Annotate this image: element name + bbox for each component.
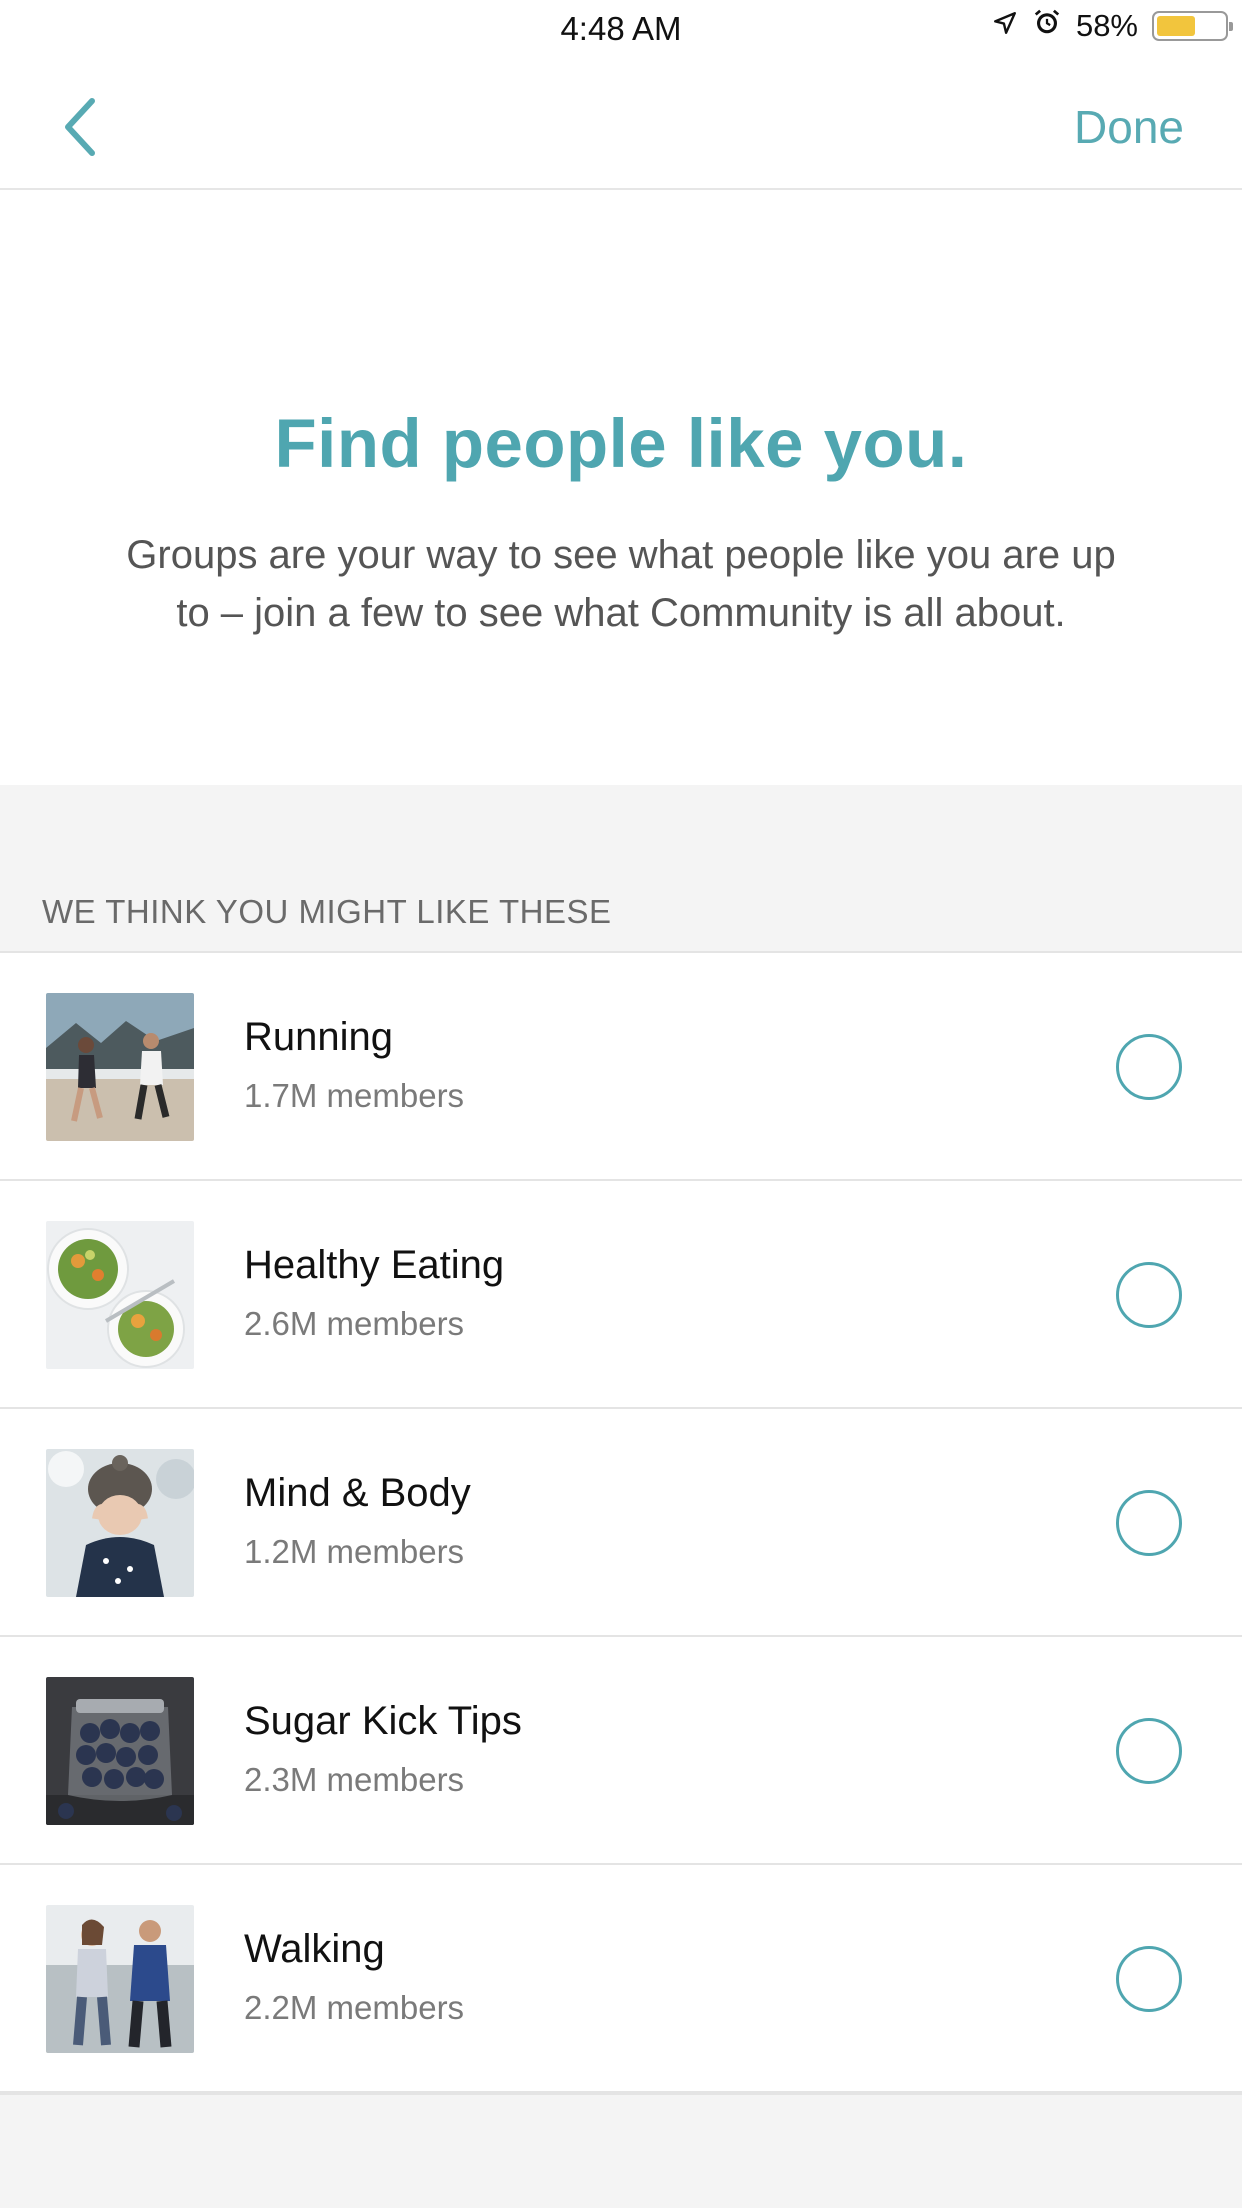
chevron-left-icon — [65, 98, 95, 156]
status-bar: 4:48 AM 58% — [0, 0, 1242, 52]
location-icon — [992, 8, 1018, 44]
group-title: Mind & Body — [244, 1471, 471, 1515]
battery-level-fill — [1157, 16, 1196, 36]
navigation-bar: Done — [0, 52, 1242, 190]
group-row-mind-body[interactable]: Mind & Body 1.2M members — [0, 1409, 1242, 1637]
group-title: Sugar Kick Tips — [244, 1699, 522, 1743]
join-group-checkbox[interactable] — [1116, 1490, 1182, 1556]
page-description: Groups are your way to see what people l… — [126, 533, 1116, 635]
done-button[interactable]: Done — [1074, 100, 1184, 154]
group-member-count: 1.2M members — [244, 1533, 465, 1570]
group-title: Running — [244, 1015, 394, 1059]
group-row-sugar-kick-tips[interactable]: Sugar Kick Tips 2.3M members — [0, 1637, 1242, 1865]
battery-icon — [1152, 11, 1233, 41]
alarm-icon — [1032, 7, 1062, 45]
group-member-count: 1.7M members — [244, 1077, 465, 1114]
group-image-healthy-eating — [46, 1221, 194, 1369]
group-title: Walking — [244, 1927, 385, 1971]
section-header: WE THINK YOU MIGHT LIKE THESE — [42, 893, 612, 930]
group-row-walking[interactable]: Walking 2.2M members — [0, 1865, 1242, 2093]
list-footer — [0, 2093, 1242, 2208]
group-member-count: 2.3M members — [244, 1761, 465, 1798]
join-group-checkbox[interactable] — [1116, 1034, 1182, 1100]
group-title: Healthy Eating — [244, 1243, 505, 1287]
group-image-mind-body — [46, 1449, 194, 1597]
group-image-running — [46, 993, 194, 1141]
battery-percentage: 58% — [1075, 8, 1138, 43]
status-right-group: 58% — [992, 0, 1233, 52]
page-title: Find people like you. — [274, 405, 968, 482]
group-image-walking — [46, 1905, 194, 2053]
join-group-checkbox[interactable] — [1116, 1718, 1182, 1784]
group-row-healthy-eating[interactable]: Healthy Eating 2.6M members — [0, 1181, 1242, 1409]
group-image-sugar-kick-tips — [46, 1677, 194, 1825]
group-list: Running 1.7M members Healthy Eating 2.6M… — [0, 953, 1242, 2093]
back-button[interactable] — [56, 92, 104, 162]
join-group-checkbox[interactable] — [1116, 1946, 1182, 2012]
group-member-count: 2.6M members — [244, 1305, 465, 1342]
join-group-checkbox[interactable] — [1116, 1262, 1182, 1328]
group-member-count: 2.2M members — [244, 1989, 465, 2026]
group-row-running[interactable]: Running 1.7M members — [0, 953, 1242, 1181]
